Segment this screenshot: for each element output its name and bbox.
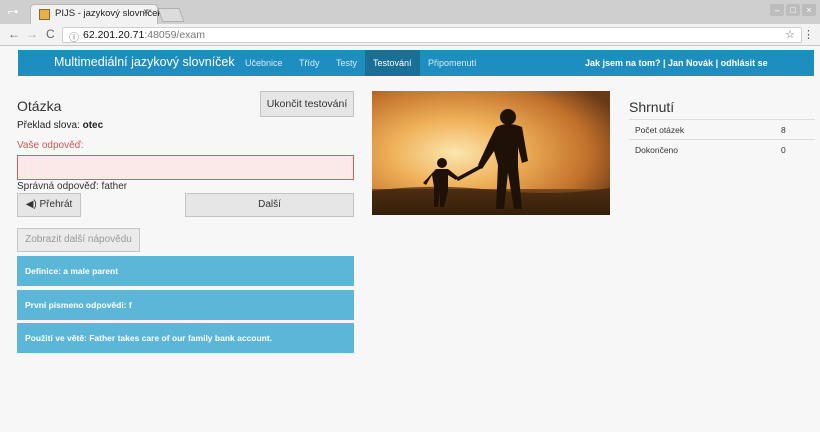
summary-value: 0 (781, 145, 786, 155)
hint-definition: Definice: a male parent (17, 256, 354, 286)
nav-tridy[interactable]: Třídy (299, 58, 320, 68)
translate-word: Překlad slova: otec (17, 120, 104, 131)
hint-sentence: Použití ve větě: Father takes care of ou… (17, 323, 354, 353)
summary-value: 8 (781, 125, 786, 135)
summary-label: Dokončeno (635, 145, 679, 155)
new-tab-button[interactable] (157, 8, 185, 22)
url-field[interactable]: ⓘ 62.201.20.71:48059/exam ☆ (62, 27, 802, 44)
info-icon[interactable]: ⓘ (69, 29, 79, 44)
correct-answer: Správná odpověď: father (17, 181, 128, 192)
user-menu[interactable]: Jak jsem na tom? | Jan Novák | odhlásit … (585, 58, 768, 68)
address-bar-row: ← → C ⓘ 62.201.20.71:48059/exam ☆ ⋮ (0, 24, 820, 46)
nav-ucebnice[interactable]: Učebnice (245, 58, 283, 68)
close-window-icon[interactable]: × (802, 4, 816, 16)
minimize-icon[interactable]: – (770, 4, 784, 16)
summary-row-question-count: Počet otázek 8 (629, 119, 815, 138)
nav-pripomenuti[interactable]: Připomenutí (428, 58, 477, 68)
question-image (372, 91, 610, 215)
translate-word-value: otec (82, 120, 104, 131)
question-heading: Otázka (17, 98, 62, 114)
maximize-icon[interactable]: □ (786, 4, 800, 16)
nav-testy[interactable]: Testy (336, 58, 357, 68)
summary-row-completed: Dokončeno 0 (629, 139, 815, 158)
bookmark-star-icon[interactable]: ☆ (785, 28, 795, 41)
nav-testovani[interactable]: Testování (365, 50, 420, 76)
reload-icon[interactable]: C (46, 27, 55, 41)
app-navbar: Multimediální jazykový slovníček Učebnic… (18, 50, 814, 76)
play-audio-button[interactable]: ◀) Přehrát (17, 193, 81, 217)
browser-tabstrip: ⌐▪ PIJS - jazykový slovníček × – □ × (0, 0, 820, 24)
answer-input[interactable] (17, 155, 354, 180)
forward-icon[interactable]: → (26, 27, 38, 41)
browser-menu-icon[interactable]: ⋮ (803, 28, 814, 41)
tab-close-icon[interactable]: × (143, 7, 149, 18)
back-icon[interactable]: ← (8, 27, 20, 41)
brand-title[interactable]: Multimediální jazykový slovníček (54, 55, 235, 69)
summary-heading: Shrnutí (629, 99, 675, 115)
browser-tab[interactable]: PIJS - jazykový slovníček × (30, 4, 162, 24)
hint-first-letter: První písmeno odpovědi: f (17, 290, 354, 320)
summary-label: Počet otázek (635, 125, 685, 135)
show-hint-button[interactable]: Zobrazit další nápovědu (17, 228, 140, 252)
url-text: 62.201.20.71:48059/exam (83, 29, 206, 41)
end-testing-button[interactable]: Ukončit testování (260, 91, 354, 117)
favicon-icon (39, 9, 50, 20)
answer-label: Vaše odpověď: (17, 140, 84, 151)
next-button[interactable]: Další (185, 193, 354, 217)
incognito-icon: ⌐▪ (7, 6, 19, 18)
